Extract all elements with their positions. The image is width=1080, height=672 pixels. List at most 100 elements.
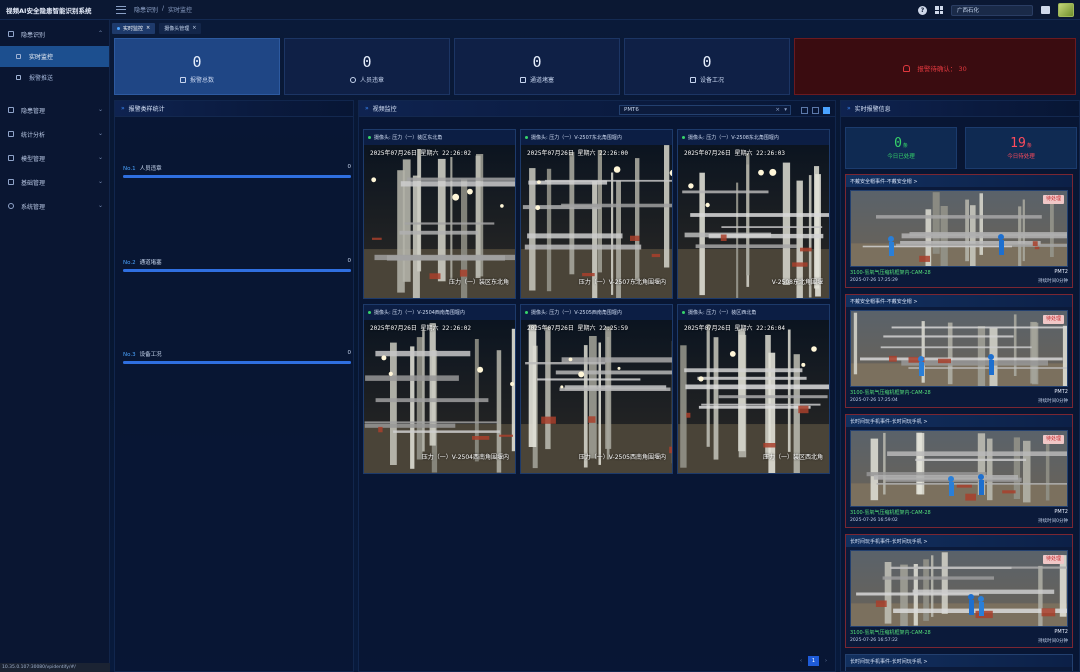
sidebar-item-basic-manage[interactable]: 基础管理 ⌄ <box>0 170 109 194</box>
sidebar-item-model-manage[interactable]: 模型管理 ⌄ <box>0 146 109 170</box>
close-icon[interactable]: × <box>146 25 150 31</box>
database-icon <box>8 179 14 185</box>
sidebar-item-label: 统计分析 <box>21 131 46 139</box>
alarm-title[interactable]: 不戴安全帽事件-不戴安全帽 > <box>846 295 1072 307</box>
stat-card-personnel-violation[interactable]: 0 人员违章 <box>284 38 450 95</box>
tab-realtime-monitor[interactable]: 实时监控 × <box>112 22 156 34</box>
today-pending-card[interactable]: 19条 今日待处理 <box>965 127 1077 169</box>
camera-feed-image <box>521 145 672 298</box>
status-url: 10.35.0.107:30080/vpidentify/#/ <box>0 663 110 672</box>
sidebar-item-realtime-monitor[interactable]: 实时监控 <box>0 46 109 67</box>
camera-caption: 压力（一）V-2507东北角围堰内 <box>578 279 666 286</box>
stat-card-equipment-condition[interactable]: 0 设备工况 <box>624 38 790 95</box>
equipment-icon <box>689 77 696 83</box>
alarm-title[interactable]: 长时间玩手机事件-长时间玩手机 > <box>846 535 1072 547</box>
camera-timestamp: 2025年07月26日 星期六 22:26:03 <box>684 150 786 157</box>
alarm-card[interactable]: 不戴安全帽事件-不戴安全帽 > 待处理 3100-氢氧气压缩机框架内-CAM-28 P… <box>845 294 1073 408</box>
camera-feed[interactable]: 2025年07月26日 星期六 22:25:59 压力（一）V-2505西南角围堰… <box>521 320 672 473</box>
stat-value: 0 <box>362 53 372 71</box>
breadcrumb-item: 实时监控 <box>168 7 193 14</box>
camera-group-select[interactable]: PMT6 × ▾ <box>619 105 791 115</box>
sidebar-item-alarm-push[interactable]: 报警推送 <box>0 67 109 88</box>
chevron-down-icon: ⌄ <box>97 154 103 161</box>
clear-icon[interactable]: × <box>775 106 780 115</box>
category-value: 0 <box>347 350 352 356</box>
alarm-model: PMT2 <box>1054 389 1068 395</box>
camera-feed[interactable]: 2025年07月26日 星期六 22:26:02 压力（一）V-2504西南角围堰… <box>364 320 515 473</box>
top-right-tools: ? 广西石化 <box>918 3 1074 17</box>
stat-card-alarm-total[interactable]: 0 报警总数 <box>114 38 280 95</box>
online-dot-icon <box>368 136 371 139</box>
alarm-snapshot[interactable]: 待处理 <box>850 190 1068 267</box>
sidebar-item-hazard-manage[interactable]: 隐患管理 ⌄ <box>0 98 109 122</box>
alarm-snapshot[interactable]: 待处理 <box>850 430 1068 507</box>
camera-feed[interactable]: 2025年07月26日 星期六 22:26:04 压力（一）装区西北角 <box>678 320 829 473</box>
stat-card-channel-blocked[interactable]: 0 通道堵塞 <box>454 38 620 95</box>
alarm-card[interactable]: 长时间玩手机事件-长时间玩手机 > 待处理 3100-氢氧气压缩机框架内-CAM-2… <box>845 414 1073 528</box>
panel-title: 视频监控 <box>372 106 397 113</box>
alarm-time: 2025-07-26 16:59:02 <box>850 518 898 523</box>
org-select[interactable]: 广西石化 <box>951 4 1033 16</box>
camera-tile[interactable]: 摄像头: 压力（一）V-2507东北角围堰内 2025年07月26日 星期六 22… <box>520 129 673 299</box>
camera-feed[interactable]: 2025年07月26日 星期六 22:26:00 压力（一）V-2507东北角围堰… <box>521 145 672 298</box>
alarm-snapshot-image <box>851 551 1067 626</box>
camera-timestamp: 2025年07月26日 星期六 22:25:59 <box>527 325 629 332</box>
alarm-card[interactable]: 长时间玩手机事件-长时间玩手机 > <box>845 654 1073 671</box>
stat-value: 0 <box>702 53 712 71</box>
realtime-alarm-panel: » 实时报警信息 0条 今日已处理 19条 今日待处理 不戴安全帽事件-不戴安全… <box>840 100 1080 672</box>
camera-tile[interactable]: 摄像头: 压力（一）V-2508东北角围堰内 2025年07月26日 星期六 22… <box>677 129 830 299</box>
alarm-snapshot[interactable]: 待处理 <box>850 550 1068 627</box>
online-dot-icon <box>682 136 685 139</box>
user-avatar[interactable] <box>1058 3 1074 17</box>
alarm-pending-card[interactable]: 报警待确认： 30 <box>794 38 1076 95</box>
category-rank: No.3 <box>123 352 136 358</box>
alarm-time: 2025-07-26 17:25:04 <box>850 398 898 403</box>
sidebar-item-system-manage[interactable]: 系统管理 ⌄ <box>0 194 109 218</box>
app-window: 视频AI安全隐患智能识别系统 隐患识别 / 实时监控 ? 广西石化 隐患识别 ⌃… <box>0 0 1080 672</box>
status-badge: 待处理 <box>1042 315 1064 324</box>
alarm-snapshot[interactable]: 待处理 <box>850 310 1068 387</box>
next-page-button[interactable]: › <box>825 658 827 664</box>
camera-tile[interactable]: 摄像头: 压力（一）V-2504西南角围堰内 2025年07月26日 星期六 22… <box>363 304 516 474</box>
tab-camera-manage[interactable]: 摄像头管理 × <box>159 22 202 34</box>
close-icon[interactable]: × <box>192 25 196 31</box>
today-handled-card[interactable]: 0条 今日已处理 <box>845 127 957 169</box>
alarm-title[interactable]: 长时间玩手机事件-长时间玩手机 > <box>846 415 1072 427</box>
sidebar-item-statistics[interactable]: 统计分析 ⌄ <box>0 122 109 146</box>
camera-tile[interactable]: 摄像头: 压力（一）装区东北角 2025年07月26日 星期六 22:26:02 压… <box>363 129 516 299</box>
alarm-title[interactable]: 不戴安全帽事件-不戴安全帽 > <box>846 175 1072 187</box>
alarm-title[interactable]: 长时间玩手机事件-长时间玩手机 > <box>846 655 1072 667</box>
alarm-duration: 持续时间0分钟 <box>1038 639 1068 644</box>
today-pending-label: 今日待处理 <box>1007 154 1035 160</box>
stat-value: 0 <box>192 53 202 71</box>
layout-1x1-icon[interactable] <box>801 107 808 114</box>
help-icon[interactable]: ? <box>918 5 927 15</box>
camera-icon <box>8 31 14 37</box>
today-handled-value: 0 <box>894 136 902 151</box>
page-number-button[interactable]: 1 <box>808 656 819 666</box>
camera-group-value: PMT6 <box>624 107 639 113</box>
alarm-time: 2025-07-26 16:57:22 <box>850 638 898 643</box>
alarm-card[interactable]: 长时间玩手机事件-长时间玩手机 > 待处理 3100-氢氧气压缩机框架内-CAM-2… <box>845 534 1073 648</box>
category-item: No.3 设备工况 0 <box>123 350 351 364</box>
menu-toggle-icon[interactable] <box>116 5 126 14</box>
sidebar-item-label: 模型管理 <box>21 155 46 163</box>
breadcrumb-item[interactable]: 隐患识别 <box>134 5 158 14</box>
camera-feed[interactable]: 2025年07月26日 星期六 22:26:02 压力（一）装区东北角 <box>364 145 515 298</box>
online-dot-icon <box>682 311 685 314</box>
status-badge: 待处理 <box>1042 555 1064 564</box>
double-arrow-icon: » <box>847 105 851 112</box>
camera-feed[interactable]: 2025年07月26日 星期六 22:26:03 V-2508东北角围堰 <box>678 145 829 298</box>
alarm-card[interactable]: 不戴安全帽事件-不戴安全帽 > 待处理 3100-氢氧气压缩机框架内-CAM-28 P… <box>845 174 1073 288</box>
fullscreen-icon[interactable] <box>935 6 943 14</box>
sidebar-item-hazard-identify[interactable]: 隐患识别 ⌃ <box>0 22 109 46</box>
chevron-down-icon: ▾ <box>784 107 787 113</box>
camera-tile[interactable]: 摄像头: 压力（一）装区西北角 2025年07月26日 星期六 22:26:04 压… <box>677 304 830 474</box>
layout-3x3-icon[interactable] <box>823 107 830 114</box>
layout-2x2-icon[interactable] <box>812 107 819 114</box>
stat-label: 报警总数 <box>189 77 214 84</box>
message-icon[interactable] <box>1041 6 1050 14</box>
camera-tile[interactable]: 摄像头: 压力（一）V-2505西南角围堰内 2025年07月26日 星期六 22… <box>520 304 673 474</box>
top-bar: 视频AI安全隐患智能识别系统 隐患识别 / 实时监控 ? 广西石化 <box>0 0 1080 20</box>
prev-page-button[interactable]: ‹ <box>800 658 802 664</box>
